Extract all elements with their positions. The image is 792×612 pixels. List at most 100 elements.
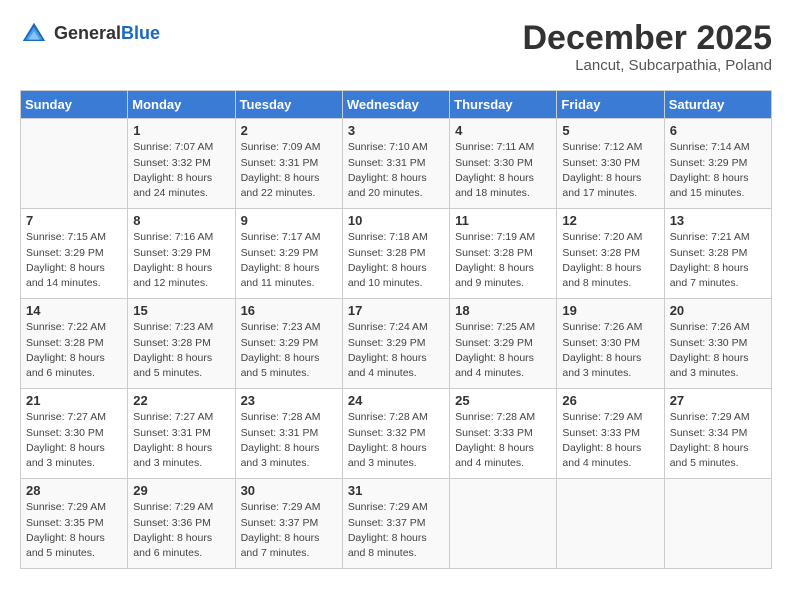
calendar-cell: 7Sunrise: 7:15 AMSunset: 3:29 PMDaylight…: [21, 209, 128, 299]
day-info: Sunrise: 7:29 AMSunset: 3:37 PMDaylight:…: [241, 500, 337, 561]
calendar-cell: 8 Sunrise: 7:16 AMSunset: 3:29 PMDaylight…: [128, 209, 235, 299]
day-number: 28: [26, 483, 122, 498]
day-number: 5: [562, 123, 658, 138]
day-info: Sunrise: 7:10 AMSunset: 3:31 PMDaylight:…: [348, 140, 444, 201]
weekday-header-wednesday: Wednesday: [342, 91, 449, 119]
day-info: Sunrise: 7:29 AMSunset: 3:35 PMDaylight:…: [26, 500, 122, 561]
day-info: Sunrise: 7:22 AMSunset: 3:28 PMDaylight:…: [26, 320, 122, 381]
day-number: 2: [241, 123, 337, 138]
calendar-cell: 17 Sunrise: 7:24 AMSunset: 3:29 PMDayligh…: [342, 299, 449, 389]
day-info: Sunrise: 7:19 AMSunset: 3:28 PMDaylight:…: [455, 230, 551, 291]
weekday-header-thursday: Thursday: [450, 91, 557, 119]
weekday-header-row: SundayMondayTuesdayWednesdayThursdayFrid…: [21, 91, 772, 119]
day-info: Sunrise: 7:28 AMSunset: 3:33 PMDaylight:…: [455, 410, 551, 471]
day-info: Sunrise: 7:18 AMSunset: 3:28 PMDaylight:…: [348, 230, 444, 291]
day-info: Sunrise: 7:27 AMSunset: 3:31 PMDaylight:…: [133, 410, 229, 471]
calendar-cell: 6 Sunrise: 7:14 AMSunset: 3:29 PMDaylight…: [664, 119, 771, 209]
day-number: 10: [348, 213, 444, 228]
calendar-cell: [664, 479, 771, 569]
calendar-cell: 9Sunrise: 7:17 AMSunset: 3:29 PMDaylight…: [235, 209, 342, 299]
calendar-cell: 15 Sunrise: 7:23 AMSunset: 3:28 PMDayligh…: [128, 299, 235, 389]
day-number: 30: [241, 483, 337, 498]
day-number: 24: [348, 393, 444, 408]
calendar-cell: 23 Sunrise: 7:28 AMSunset: 3:31 PMDayligh…: [235, 389, 342, 479]
weekday-header-saturday: Saturday: [664, 91, 771, 119]
day-info: Sunrise: 7:23 AMSunset: 3:28 PMDaylight:…: [133, 320, 229, 381]
calendar-cell: 22 Sunrise: 7:27 AMSunset: 3:31 PMDayligh…: [128, 389, 235, 479]
day-number: 25: [455, 393, 551, 408]
calendar-cell: 4 Sunrise: 7:11 AMSunset: 3:30 PMDaylight…: [450, 119, 557, 209]
title-block: December 2025 Lancut, Subcarpathia, Pola…: [522, 20, 772, 74]
calendar-cell: 24 Sunrise: 7:28 AMSunset: 3:32 PMDayligh…: [342, 389, 449, 479]
calendar-cell: 21Sunrise: 7:27 AMSunset: 3:30 PMDayligh…: [21, 389, 128, 479]
day-info: Sunrise: 7:07 AMSunset: 3:32 PMDaylight:…: [133, 140, 229, 201]
weekday-header-friday: Friday: [557, 91, 664, 119]
day-info: Sunrise: 7:09 AMSunset: 3:31 PMDaylight:…: [241, 140, 337, 201]
day-info: Sunrise: 7:29 AMSunset: 3:37 PMDaylight:…: [348, 500, 444, 561]
day-number: 3: [348, 123, 444, 138]
day-info: Sunrise: 7:20 AMSunset: 3:28 PMDaylight:…: [562, 230, 658, 291]
calendar-week-row: 1 Sunrise: 7:07 AMSunset: 3:32 PMDaylight…: [21, 119, 772, 209]
day-info: Sunrise: 7:28 AMSunset: 3:31 PMDaylight:…: [241, 410, 337, 471]
calendar-cell: 11 Sunrise: 7:19 AMSunset: 3:28 PMDayligh…: [450, 209, 557, 299]
day-info: Sunrise: 7:26 AMSunset: 3:30 PMDaylight:…: [562, 320, 658, 381]
calendar-cell: 2 Sunrise: 7:09 AMSunset: 3:31 PMDaylight…: [235, 119, 342, 209]
day-number: 19: [562, 303, 658, 318]
calendar-cell: 29Sunrise: 7:29 AMSunset: 3:36 PMDayligh…: [128, 479, 235, 569]
day-number: 1: [133, 123, 229, 138]
day-number: 17: [348, 303, 444, 318]
day-info: Sunrise: 7:11 AMSunset: 3:30 PMDaylight:…: [455, 140, 551, 201]
day-number: 6: [670, 123, 766, 138]
day-info: Sunrise: 7:15 AMSunset: 3:29 PMDaylight:…: [26, 230, 122, 291]
calendar-cell: 31Sunrise: 7:29 AMSunset: 3:37 PMDayligh…: [342, 479, 449, 569]
calendar-cell: 30 Sunrise: 7:29 AMSunset: 3:37 PMDayligh…: [235, 479, 342, 569]
calendar-cell: 18 Sunrise: 7:25 AMSunset: 3:29 PMDayligh…: [450, 299, 557, 389]
day-number: 23: [241, 393, 337, 408]
calendar-cell: 10 Sunrise: 7:18 AMSunset: 3:28 PMDayligh…: [342, 209, 449, 299]
calendar-cell: 3 Sunrise: 7:10 AMSunset: 3:31 PMDaylight…: [342, 119, 449, 209]
page-header: GeneralBlue December 2025 Lancut, Subcar…: [20, 20, 772, 74]
calendar-cell: [450, 479, 557, 569]
calendar-cell: 13Sunrise: 7:21 AMSunset: 3:28 PMDayligh…: [664, 209, 771, 299]
day-number: 14: [26, 303, 122, 318]
day-number: 15: [133, 303, 229, 318]
day-number: 21: [26, 393, 122, 408]
logo-text-general: General: [54, 23, 121, 43]
day-info: Sunrise: 7:12 AMSunset: 3:30 PMDaylight:…: [562, 140, 658, 201]
day-info: Sunrise: 7:14 AMSunset: 3:29 PMDaylight:…: [670, 140, 766, 201]
day-info: Sunrise: 7:28 AMSunset: 3:32 PMDaylight:…: [348, 410, 444, 471]
day-number: 29: [133, 483, 229, 498]
day-number: 11: [455, 213, 551, 228]
day-info: Sunrise: 7:26 AMSunset: 3:30 PMDaylight:…: [670, 320, 766, 381]
day-number: 16: [241, 303, 337, 318]
calendar-cell: 19 Sunrise: 7:26 AMSunset: 3:30 PMDayligh…: [557, 299, 664, 389]
calendar-cell: 16 Sunrise: 7:23 AMSunset: 3:29 PMDayligh…: [235, 299, 342, 389]
calendar-cell: 27Sunrise: 7:29 AMSunset: 3:34 PMDayligh…: [664, 389, 771, 479]
day-info: Sunrise: 7:16 AMSunset: 3:29 PMDaylight:…: [133, 230, 229, 291]
day-number: 8: [133, 213, 229, 228]
day-number: 12: [562, 213, 658, 228]
weekday-header-monday: Monday: [128, 91, 235, 119]
calendar-cell: 5 Sunrise: 7:12 AMSunset: 3:30 PMDaylight…: [557, 119, 664, 209]
day-info: Sunrise: 7:23 AMSunset: 3:29 PMDaylight:…: [241, 320, 337, 381]
calendar-week-row: 28 Sunrise: 7:29 AMSunset: 3:35 PMDayligh…: [21, 479, 772, 569]
calendar-cell: 26Sunrise: 7:29 AMSunset: 3:33 PMDayligh…: [557, 389, 664, 479]
calendar-cell: 28 Sunrise: 7:29 AMSunset: 3:35 PMDayligh…: [21, 479, 128, 569]
day-info: Sunrise: 7:29 AMSunset: 3:34 PMDaylight:…: [670, 410, 766, 471]
day-number: 20: [670, 303, 766, 318]
calendar-cell: 20 Sunrise: 7:26 AMSunset: 3:30 PMDayligh…: [664, 299, 771, 389]
day-info: Sunrise: 7:25 AMSunset: 3:29 PMDaylight:…: [455, 320, 551, 381]
main-title: December 2025: [522, 20, 772, 57]
day-info: Sunrise: 7:24 AMSunset: 3:29 PMDaylight:…: [348, 320, 444, 381]
weekday-header-tuesday: Tuesday: [235, 91, 342, 119]
day-number: 22: [133, 393, 229, 408]
location-subtitle: Lancut, Subcarpathia, Poland: [522, 57, 772, 74]
day-number: 18: [455, 303, 551, 318]
calendar-cell: [21, 119, 128, 209]
calendar-cell: [557, 479, 664, 569]
day-number: 26: [562, 393, 658, 408]
logo-text-blue: Blue: [121, 23, 160, 43]
weekday-header-sunday: Sunday: [21, 91, 128, 119]
day-number: 4: [455, 123, 551, 138]
day-number: 9: [241, 213, 337, 228]
